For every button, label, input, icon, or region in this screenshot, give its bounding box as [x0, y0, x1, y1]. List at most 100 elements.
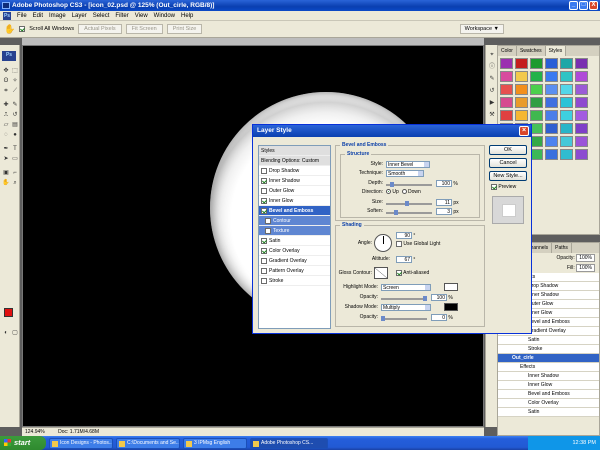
style-swatch[interactable]	[500, 110, 513, 121]
angle-input[interactable]: 90	[396, 232, 412, 239]
style-swatch[interactable]	[530, 71, 543, 82]
maximize-button[interactable]: □	[579, 1, 588, 10]
quick-mask-icon[interactable]: ◐	[2, 329, 10, 337]
anti-aliased-checkbox[interactable]	[396, 270, 402, 276]
style-swatch[interactable]	[560, 110, 573, 121]
style-swatch[interactable]	[545, 136, 558, 147]
dialog-close-button[interactable]: ×	[519, 126, 529, 136]
style-checkbox[interactable]	[261, 198, 267, 204]
style-checkbox[interactable]	[261, 178, 267, 184]
style-list-item[interactable]: Pattern Overlay	[259, 266, 330, 276]
layer-row[interactable]: Satin	[498, 336, 599, 345]
highlight-opacity-thumb[interactable]	[423, 296, 427, 301]
style-swatch[interactable]	[515, 110, 528, 121]
scroll-all-checkbox[interactable]	[19, 26, 26, 32]
shadow-opacity-slider[interactable]	[381, 316, 427, 321]
shadow-mode-select[interactable]: Multiply	[381, 304, 431, 311]
style-checkbox[interactable]	[261, 278, 267, 284]
style-checkbox[interactable]	[261, 268, 267, 274]
layer-row[interactable]: Inner Shadow	[498, 372, 599, 381]
style-swatch[interactable]	[560, 136, 573, 147]
style-swatch[interactable]	[575, 110, 588, 121]
task-icon-designs[interactable]: Icon Designs - Photos...	[49, 437, 113, 449]
minimize-button[interactable]: _	[569, 1, 578, 10]
style-list-item[interactable]: Gradient Overlay	[259, 256, 330, 266]
style-swatch[interactable]	[530, 84, 543, 95]
task-photoshop[interactable]: Adobe Photoshop CS...	[250, 437, 328, 449]
direction-down-radio[interactable]	[401, 189, 407, 195]
zoom-readout[interactable]: 124.94%	[25, 429, 45, 435]
tab-styles[interactable]: Styles	[545, 46, 567, 56]
hand-tool-icon[interactable]: ✋	[4, 24, 15, 35]
style-swatch[interactable]	[530, 58, 543, 69]
brush-tool-icon[interactable]: ✎	[11, 101, 19, 109]
shadow-color-swatch[interactable]	[444, 303, 458, 311]
layer-row[interactable]: Satin	[498, 408, 599, 417]
menu-help[interactable]: Help	[181, 13, 193, 19]
style-swatch[interactable]	[575, 136, 588, 147]
info-icon[interactable]: ⓘ	[488, 63, 496, 71]
menu-edit[interactable]: Edit	[33, 13, 43, 19]
style-checkbox[interactable]	[261, 208, 267, 214]
gradient-tool-icon[interactable]: ▤	[11, 121, 19, 129]
depth-slider[interactable]	[386, 182, 432, 187]
tab-color[interactable]: Color	[498, 46, 517, 56]
style-swatch[interactable]	[545, 97, 558, 108]
style-swatch[interactable]	[560, 97, 573, 108]
style-list-item[interactable]: Blending Options: Custom	[259, 156, 330, 166]
menu-select[interactable]: Select	[93, 13, 110, 19]
style-select[interactable]: Inner Bevel	[386, 161, 430, 168]
cancel-button[interactable]: Cancel	[489, 158, 527, 168]
style-checkbox[interactable]	[261, 238, 267, 244]
task-documents[interactable]: C:\Documents and Se...	[116, 437, 180, 449]
soften-slider-thumb[interactable]	[394, 210, 398, 215]
style-swatch[interactable]	[530, 97, 543, 108]
close-button[interactable]: X	[589, 1, 598, 10]
shadow-opacity-input[interactable]: 0	[431, 314, 447, 321]
screen-mode-icon[interactable]: ▢	[11, 329, 19, 337]
style-swatch[interactable]	[500, 97, 513, 108]
style-list-item[interactable]: Inner Glow	[259, 196, 330, 206]
dodge-tool-icon[interactable]: ●	[11, 131, 19, 139]
style-swatch[interactable]	[515, 71, 528, 82]
brushes-icon[interactable]: ✎	[488, 75, 496, 83]
style-checkbox[interactable]	[265, 218, 271, 224]
navigator-icon[interactable]: ⌖	[488, 51, 496, 59]
style-checkbox[interactable]	[261, 258, 267, 264]
menu-window[interactable]: Window	[154, 13, 175, 19]
eraser-tool-icon[interactable]: ▱	[2, 121, 10, 129]
depth-slider-thumb[interactable]	[390, 182, 394, 187]
eyedropper-icon[interactable]: ⌐	[11, 169, 19, 177]
shape-tool-icon[interactable]: ▭	[11, 155, 19, 163]
menu-layer[interactable]: Layer	[72, 13, 87, 19]
style-swatch[interactable]	[515, 84, 528, 95]
style-swatch[interactable]	[575, 84, 588, 95]
style-list-item[interactable]: Contour	[259, 216, 330, 226]
highlight-opacity-input[interactable]: 100	[431, 294, 447, 301]
actual-pixels-button[interactable]: Actual Pixels	[78, 24, 122, 34]
fill-input[interactable]: 100%	[576, 264, 595, 272]
size-input[interactable]: 11	[436, 199, 452, 206]
altitude-input[interactable]: 67	[396, 256, 412, 263]
print-size-button[interactable]: Print Size	[166, 24, 203, 34]
style-list-item[interactable]: Satin	[259, 236, 330, 246]
angle-dial[interactable]	[374, 234, 392, 252]
history-brush-icon[interactable]: ↺	[11, 111, 19, 119]
layer-row[interactable]: Out_cirle	[498, 354, 599, 363]
layer-row[interactable]: Inner Glow	[498, 381, 599, 390]
style-swatch[interactable]	[545, 84, 558, 95]
ok-button[interactable]: OK	[489, 145, 527, 155]
technique-select[interactable]: Smooth	[386, 170, 424, 177]
soften-input[interactable]: 3	[436, 208, 452, 215]
direction-up-radio[interactable]	[386, 189, 391, 195]
zoom-tool-icon[interactable]: ⌕	[11, 179, 19, 187]
crop-tool-icon[interactable]: ⌗	[2, 87, 10, 95]
blur-tool-icon[interactable]: ◌	[2, 131, 10, 139]
stamp-tool-icon[interactable]: ⎍	[2, 111, 10, 119]
history-icon[interactable]: ↺	[488, 87, 496, 95]
tab-swatches[interactable]: Swatches	[517, 46, 546, 56]
foreground-color-swatch[interactable]	[4, 308, 13, 317]
style-swatch[interactable]	[560, 149, 573, 160]
hand-tool-icon[interactable]: ✋	[2, 179, 10, 187]
style-checkbox[interactable]	[265, 228, 271, 234]
